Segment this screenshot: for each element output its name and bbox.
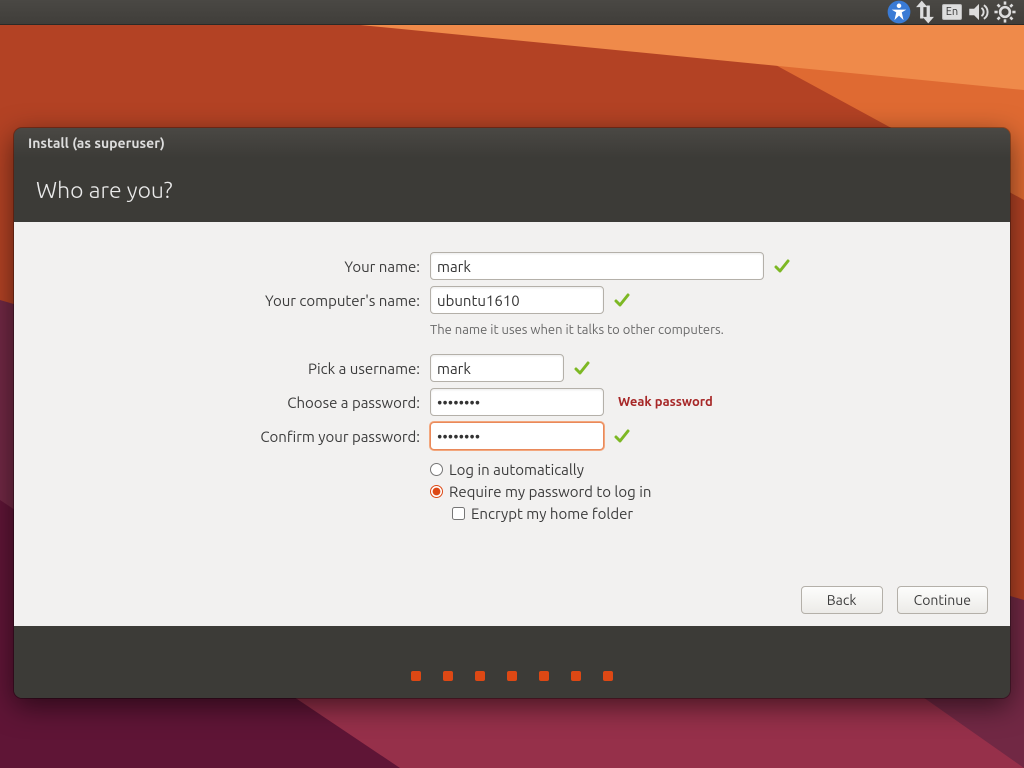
progress-dot [475,671,485,681]
host-hint: The name it uses when it talks to other … [430,323,724,337]
continue-button[interactable]: Continue [897,586,988,614]
accessibility-indicator[interactable] [886,0,912,24]
top-menubar: En [0,0,1024,25]
installer-window: Install (as superuser) Who are you? Your… [14,128,1010,698]
keyboard-label: En [942,4,962,20]
password-label: Choose a password: [287,394,420,411]
sound-indicator[interactable] [966,0,992,24]
confirm-password-input[interactable] [430,422,604,450]
user-label: Pick a username: [308,360,420,377]
window-title: Install (as superuser) [28,135,165,151]
confirm-password-label: Confirm your password: [260,428,420,445]
session-indicator[interactable] [992,0,1018,24]
host-input[interactable] [430,286,604,314]
installer-content: Your name: Your computer's name: The nam… [14,222,1010,626]
password-strength: Weak password [618,395,713,409]
keyboard-indicator[interactable]: En [938,0,966,24]
volume-icon [966,0,992,25]
name-label: Your name: [344,258,420,275]
login-auto-option[interactable]: Log in automatically [430,458,990,480]
progress-dot [411,671,421,681]
back-button[interactable]: Back [801,586,883,614]
encrypt-label: Encrypt my home folder [471,505,633,522]
host-label: Your computer's name: [265,292,420,309]
progress-dot [603,671,613,681]
encrypt-checkbox[interactable] [452,507,465,520]
network-indicator[interactable] [912,0,938,24]
page-heading-text: Who are you? [36,178,173,203]
user-form: Your name: Your computer's name: The nam… [36,252,988,524]
checkmark-icon [774,258,790,274]
user-input[interactable] [430,354,564,382]
encrypt-option[interactable]: Encrypt my home folder [452,502,990,524]
button-row: Back Continue [801,586,988,614]
login-auto-label: Log in automatically [449,461,584,478]
window-titlebar: Install (as superuser) [14,128,1010,158]
password-input[interactable] [430,388,604,416]
login-password-option[interactable]: Require my password to log in [430,480,990,502]
page-heading: Who are you? [14,158,1010,222]
progress-dots [14,626,1010,698]
name-input[interactable] [430,252,764,280]
login-password-radio[interactable] [430,485,443,498]
network-updown-icon [912,0,938,25]
progress-dot [539,671,549,681]
progress-dot [571,671,581,681]
progress-dot [443,671,453,681]
checkmark-icon [574,360,590,376]
login-password-label: Require my password to log in [449,483,651,500]
checkmark-icon [614,428,630,444]
progress-dot [507,671,517,681]
gear-icon [992,0,1018,25]
accessibility-icon [886,0,912,25]
login-auto-radio[interactable] [430,463,443,476]
checkmark-icon [614,292,630,308]
